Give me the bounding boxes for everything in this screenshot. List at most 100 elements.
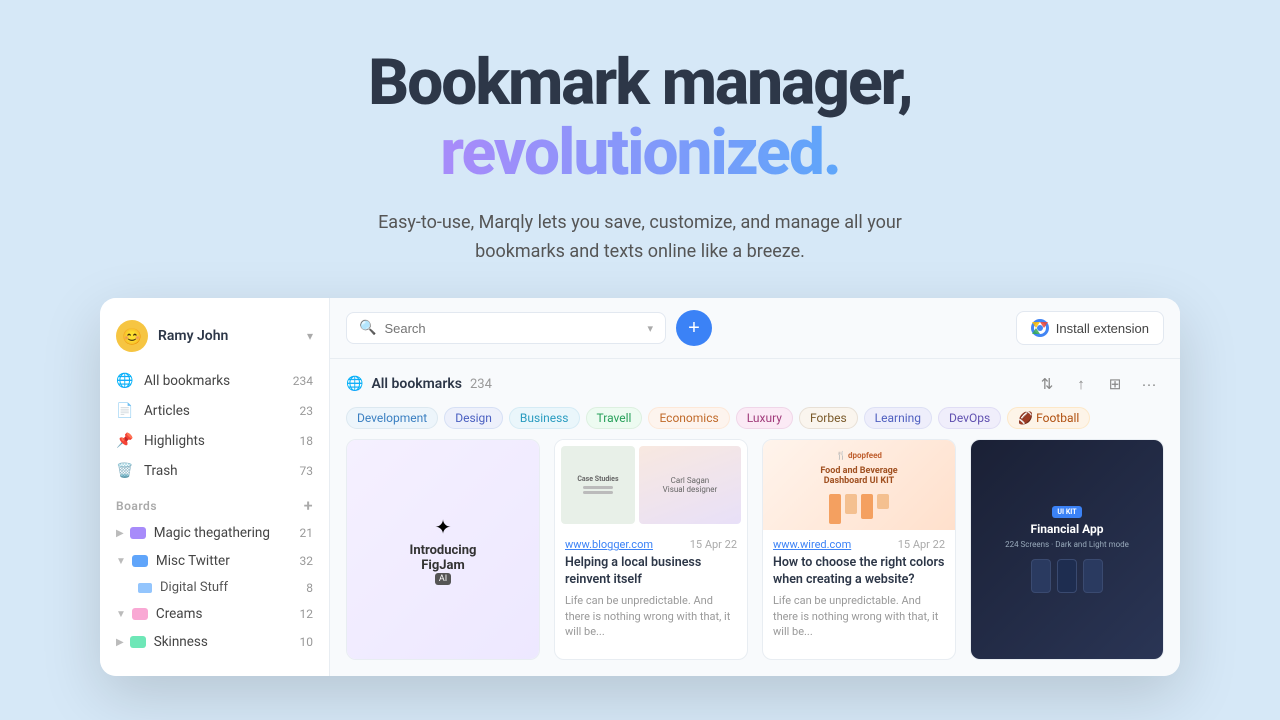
tag-business[interactable]: Business xyxy=(509,407,580,429)
sidebar-item-all-bookmarks[interactable]: 🌐 All bookmarks 234 xyxy=(100,366,329,396)
tag-travell[interactable]: Travell xyxy=(586,407,643,429)
case-right-panel: Carl SaganVisual designer xyxy=(639,446,741,524)
figjam-ai-badge: AI xyxy=(435,573,451,585)
tag-learning[interactable]: Learning xyxy=(864,407,932,429)
card-2[interactable]: Case Studies Carl SaganVisual designer w… xyxy=(554,439,748,660)
app-window: 😊 Ramy John ▾ 🌐 All bookmarks 234 📄 Arti… xyxy=(100,298,1180,676)
card-date-3: 15 Apr 22 xyxy=(898,538,945,551)
cards-grid: ✦ IntroducingFigJam AI oneofthelongestwe… xyxy=(330,439,1180,676)
card-title-3: How to choose the right colors when crea… xyxy=(773,555,945,589)
hero-title-main: Bookmark manager, xyxy=(368,45,912,120)
tag-forbes[interactable]: Forbes xyxy=(799,407,858,429)
sidebar-nav-label: Highlights xyxy=(144,433,205,449)
hero-section: Bookmark manager, revolutionized. Easy-t… xyxy=(0,0,1280,298)
all-bookmarks-icon: 🌐 xyxy=(346,376,363,392)
view-toggle-button[interactable]: ⊞ xyxy=(1100,369,1130,399)
board-count: 12 xyxy=(300,607,314,621)
hero-subtitle: Easy-to-use, Marqly lets you save, custo… xyxy=(340,209,940,267)
board-label: Skinness xyxy=(154,634,208,650)
content-header-actions: ⇅ ↑ ⊞ ··· xyxy=(1032,369,1164,399)
chevron-down-icon: ▼ xyxy=(116,556,126,567)
hero-title-colored: revolutionized. xyxy=(20,118,1260,188)
board-count: 10 xyxy=(300,635,314,649)
food-title: Food and BeverageDashboard UI KIT xyxy=(812,464,905,488)
toolbar: 🔍 ▾ + Install extension xyxy=(330,298,1180,359)
chevron-down-icon: ▾ xyxy=(307,329,313,343)
sidebar-item-misc-twitter[interactable]: ▼ Misc Twitter 32 xyxy=(100,547,329,575)
search-bar[interactable]: 🔍 ▾ xyxy=(346,312,666,344)
card-thumbnail-1: ✦ IntroducingFigJam AI xyxy=(347,440,539,659)
sidebar-item-digital-stuff[interactable]: Digital Stuff 8 xyxy=(100,575,329,600)
article-icon: 📄 xyxy=(116,403,134,419)
board-color-icon xyxy=(130,527,146,539)
content-header: 🌐 All bookmarks 234 ⇅ ↑ ⊞ ··· xyxy=(330,359,1180,407)
tag-football[interactable]: 🏈 Football xyxy=(1007,407,1090,429)
user-name: Ramy John xyxy=(158,328,307,344)
sidebar-nav-label: Articles xyxy=(144,403,190,419)
add-bookmark-button[interactable]: + xyxy=(676,310,712,346)
sidebar-item-trash[interactable]: 🗑️ Trash 73 xyxy=(100,456,329,486)
card-body-2: www.blogger.com 15 Apr 22 Helping a loca… xyxy=(555,530,747,649)
chevron-right-icon: ▶ xyxy=(116,637,124,648)
sort-button[interactable]: ⇅ xyxy=(1032,369,1062,399)
main-content: 🔍 ▾ + Install extension xyxy=(330,298,1180,676)
share-button[interactable]: ↑ xyxy=(1066,369,1096,399)
card-3[interactable]: 🍴 dpopfeed Food and BeverageDashboard UI… xyxy=(762,439,956,660)
sidebar-item-skinness[interactable]: ▶ Skinness 10 xyxy=(100,628,329,656)
sidebar-nav-label: All bookmarks xyxy=(144,373,230,389)
tag-design[interactable]: Design xyxy=(444,407,503,429)
card-meta-2: www.blogger.com 15 Apr 22 xyxy=(565,538,737,551)
card-body-1: oneofthelongestwebsite... 15 Apr 22 Thre… xyxy=(347,659,539,660)
sub-board-count: 8 xyxy=(306,581,313,595)
search-icon: 🔍 xyxy=(359,320,376,336)
chevron-right-icon: ▶ xyxy=(116,528,124,539)
sidebar-item-creams[interactable]: ▼ Creams 12 xyxy=(100,600,329,628)
tag-devops[interactable]: DevOps xyxy=(938,407,1001,429)
case-left-panel: Case Studies xyxy=(561,446,635,524)
fin-title: Financial App xyxy=(1030,522,1103,536)
sidebar-item-articles[interactable]: 📄 Articles 23 xyxy=(100,396,329,426)
card-desc-2: Life can be unpredictable. And there is … xyxy=(565,593,737,639)
card-meta-3: www.wired.com 15 Apr 22 xyxy=(773,538,945,551)
food-header: 🍴 dpopfeed xyxy=(832,447,886,464)
board-count: 21 xyxy=(300,526,314,540)
board-label: Magic thegathering xyxy=(154,525,270,541)
figjam-thumb-content: ✦ IntroducingFigJam AI xyxy=(347,440,539,659)
nav-count: 73 xyxy=(300,464,314,478)
card-thumbnail-4: UI KIT Financial App 224 Screens · Dark … xyxy=(971,440,1163,659)
sidebar-item-highlights[interactable]: 📌 Highlights 18 xyxy=(100,426,329,456)
sidebar: 😊 Ramy John ▾ 🌐 All bookmarks 234 📄 Arti… xyxy=(100,298,330,676)
install-extension-button[interactable]: Install extension xyxy=(1016,311,1164,345)
more-options-button[interactable]: ··· xyxy=(1134,369,1164,399)
content-header-left: 🌐 All bookmarks 234 xyxy=(346,376,1026,392)
user-row[interactable]: 😊 Ramy John ▾ xyxy=(100,314,329,366)
tag-development[interactable]: Development xyxy=(346,407,438,429)
card-4[interactable]: UI KIT Financial App 224 Screens · Dark … xyxy=(970,439,1164,660)
board-color-icon xyxy=(130,636,146,648)
card-body-4: www.wordpress.com 15 Apr 22 Start a blog… xyxy=(971,659,1163,660)
tag-economics[interactable]: Economics xyxy=(648,407,729,429)
fin-subtitle: 224 Screens · Dark and Light mode xyxy=(1005,540,1129,549)
card-body-3: www.wired.com 15 Apr 22 How to choose th… xyxy=(763,530,955,649)
chrome-icon xyxy=(1031,319,1049,337)
add-board-button[interactable]: + xyxy=(304,496,313,515)
figjam-emoji: ✦ xyxy=(435,515,452,539)
card-domain-2: www.blogger.com xyxy=(565,538,653,551)
card-date-2: 15 Apr 22 xyxy=(690,538,737,551)
card-desc-3: Life can be unpredictable. And there is … xyxy=(773,593,945,639)
nav-count: 234 xyxy=(293,374,313,388)
board-label: Misc Twitter xyxy=(156,553,230,569)
avatar: 😊 xyxy=(116,320,148,352)
trash-icon: 🗑️ xyxy=(116,463,134,479)
sidebar-item-magic-thegathering[interactable]: ▶ Magic thegathering 21 xyxy=(100,519,329,547)
search-input[interactable] xyxy=(384,321,647,336)
search-dropdown-icon[interactable]: ▾ xyxy=(647,322,653,335)
tags-row: Development Design Business Travell Econ… xyxy=(330,407,1180,439)
install-ext-label: Install extension xyxy=(1056,321,1149,336)
tag-luxury[interactable]: Luxury xyxy=(736,407,793,429)
board-label: Creams xyxy=(156,606,203,622)
board-count: 32 xyxy=(300,554,314,568)
card-1[interactable]: ✦ IntroducingFigJam AI oneofthelongestwe… xyxy=(346,439,540,660)
card-domain-3: www.wired.com xyxy=(773,538,851,551)
nav-count: 18 xyxy=(300,434,314,448)
